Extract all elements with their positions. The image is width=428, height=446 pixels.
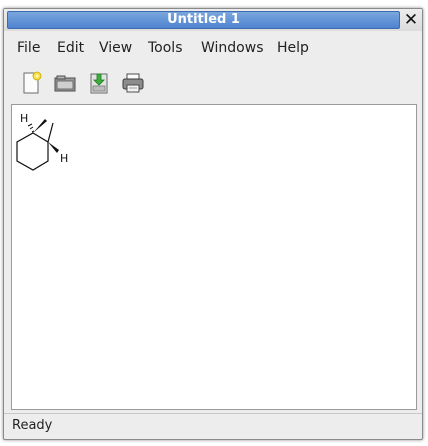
close-button[interactable]: ✕ — [402, 10, 420, 30]
atom-label-h-right: H — [60, 152, 68, 165]
menu-bar: File Edit View Tools Windows Help — [4, 37, 422, 59]
cyclohexane-ring — [16, 132, 49, 171]
menu-file[interactable]: File — [17, 37, 40, 59]
window-title: Untitled 1 — [167, 12, 240, 27]
save-download-icon — [90, 73, 108, 94]
menu-tools[interactable]: Tools — [148, 37, 183, 59]
app-window: Untitled 1 ✕ File Edit View Tools Window… — [3, 8, 423, 440]
toolbar — [4, 64, 422, 100]
menu-windows[interactable]: Windows — [201, 37, 264, 59]
save-button[interactable] — [86, 70, 112, 96]
status-text: Ready — [12, 418, 53, 433]
open-folder-icon — [54, 75, 76, 92]
methyl-bond — [47, 122, 54, 143]
title-bar[interactable]: Untitled 1 ✕ — [4, 9, 422, 31]
wedge-bond-methyl — [33, 119, 47, 133]
menu-view[interactable]: View — [99, 37, 132, 59]
new-document-button[interactable] — [18, 70, 44, 96]
drawing-canvas[interactable]: H H — [11, 104, 417, 410]
print-icon — [122, 73, 144, 93]
molecule-structure: H H — [16, 112, 68, 171]
hashed-bond-h-top — [27, 123, 35, 133]
atom-label-h-top: H — [20, 112, 28, 125]
open-button[interactable] — [52, 70, 78, 96]
menu-help[interactable]: Help — [277, 37, 309, 59]
status-bar: Ready — [4, 413, 422, 438]
wedge-bond-h-right — [48, 142, 59, 153]
menu-edit[interactable]: Edit — [57, 37, 84, 59]
print-button[interactable] — [120, 70, 146, 96]
new-document-icon — [23, 71, 42, 94]
